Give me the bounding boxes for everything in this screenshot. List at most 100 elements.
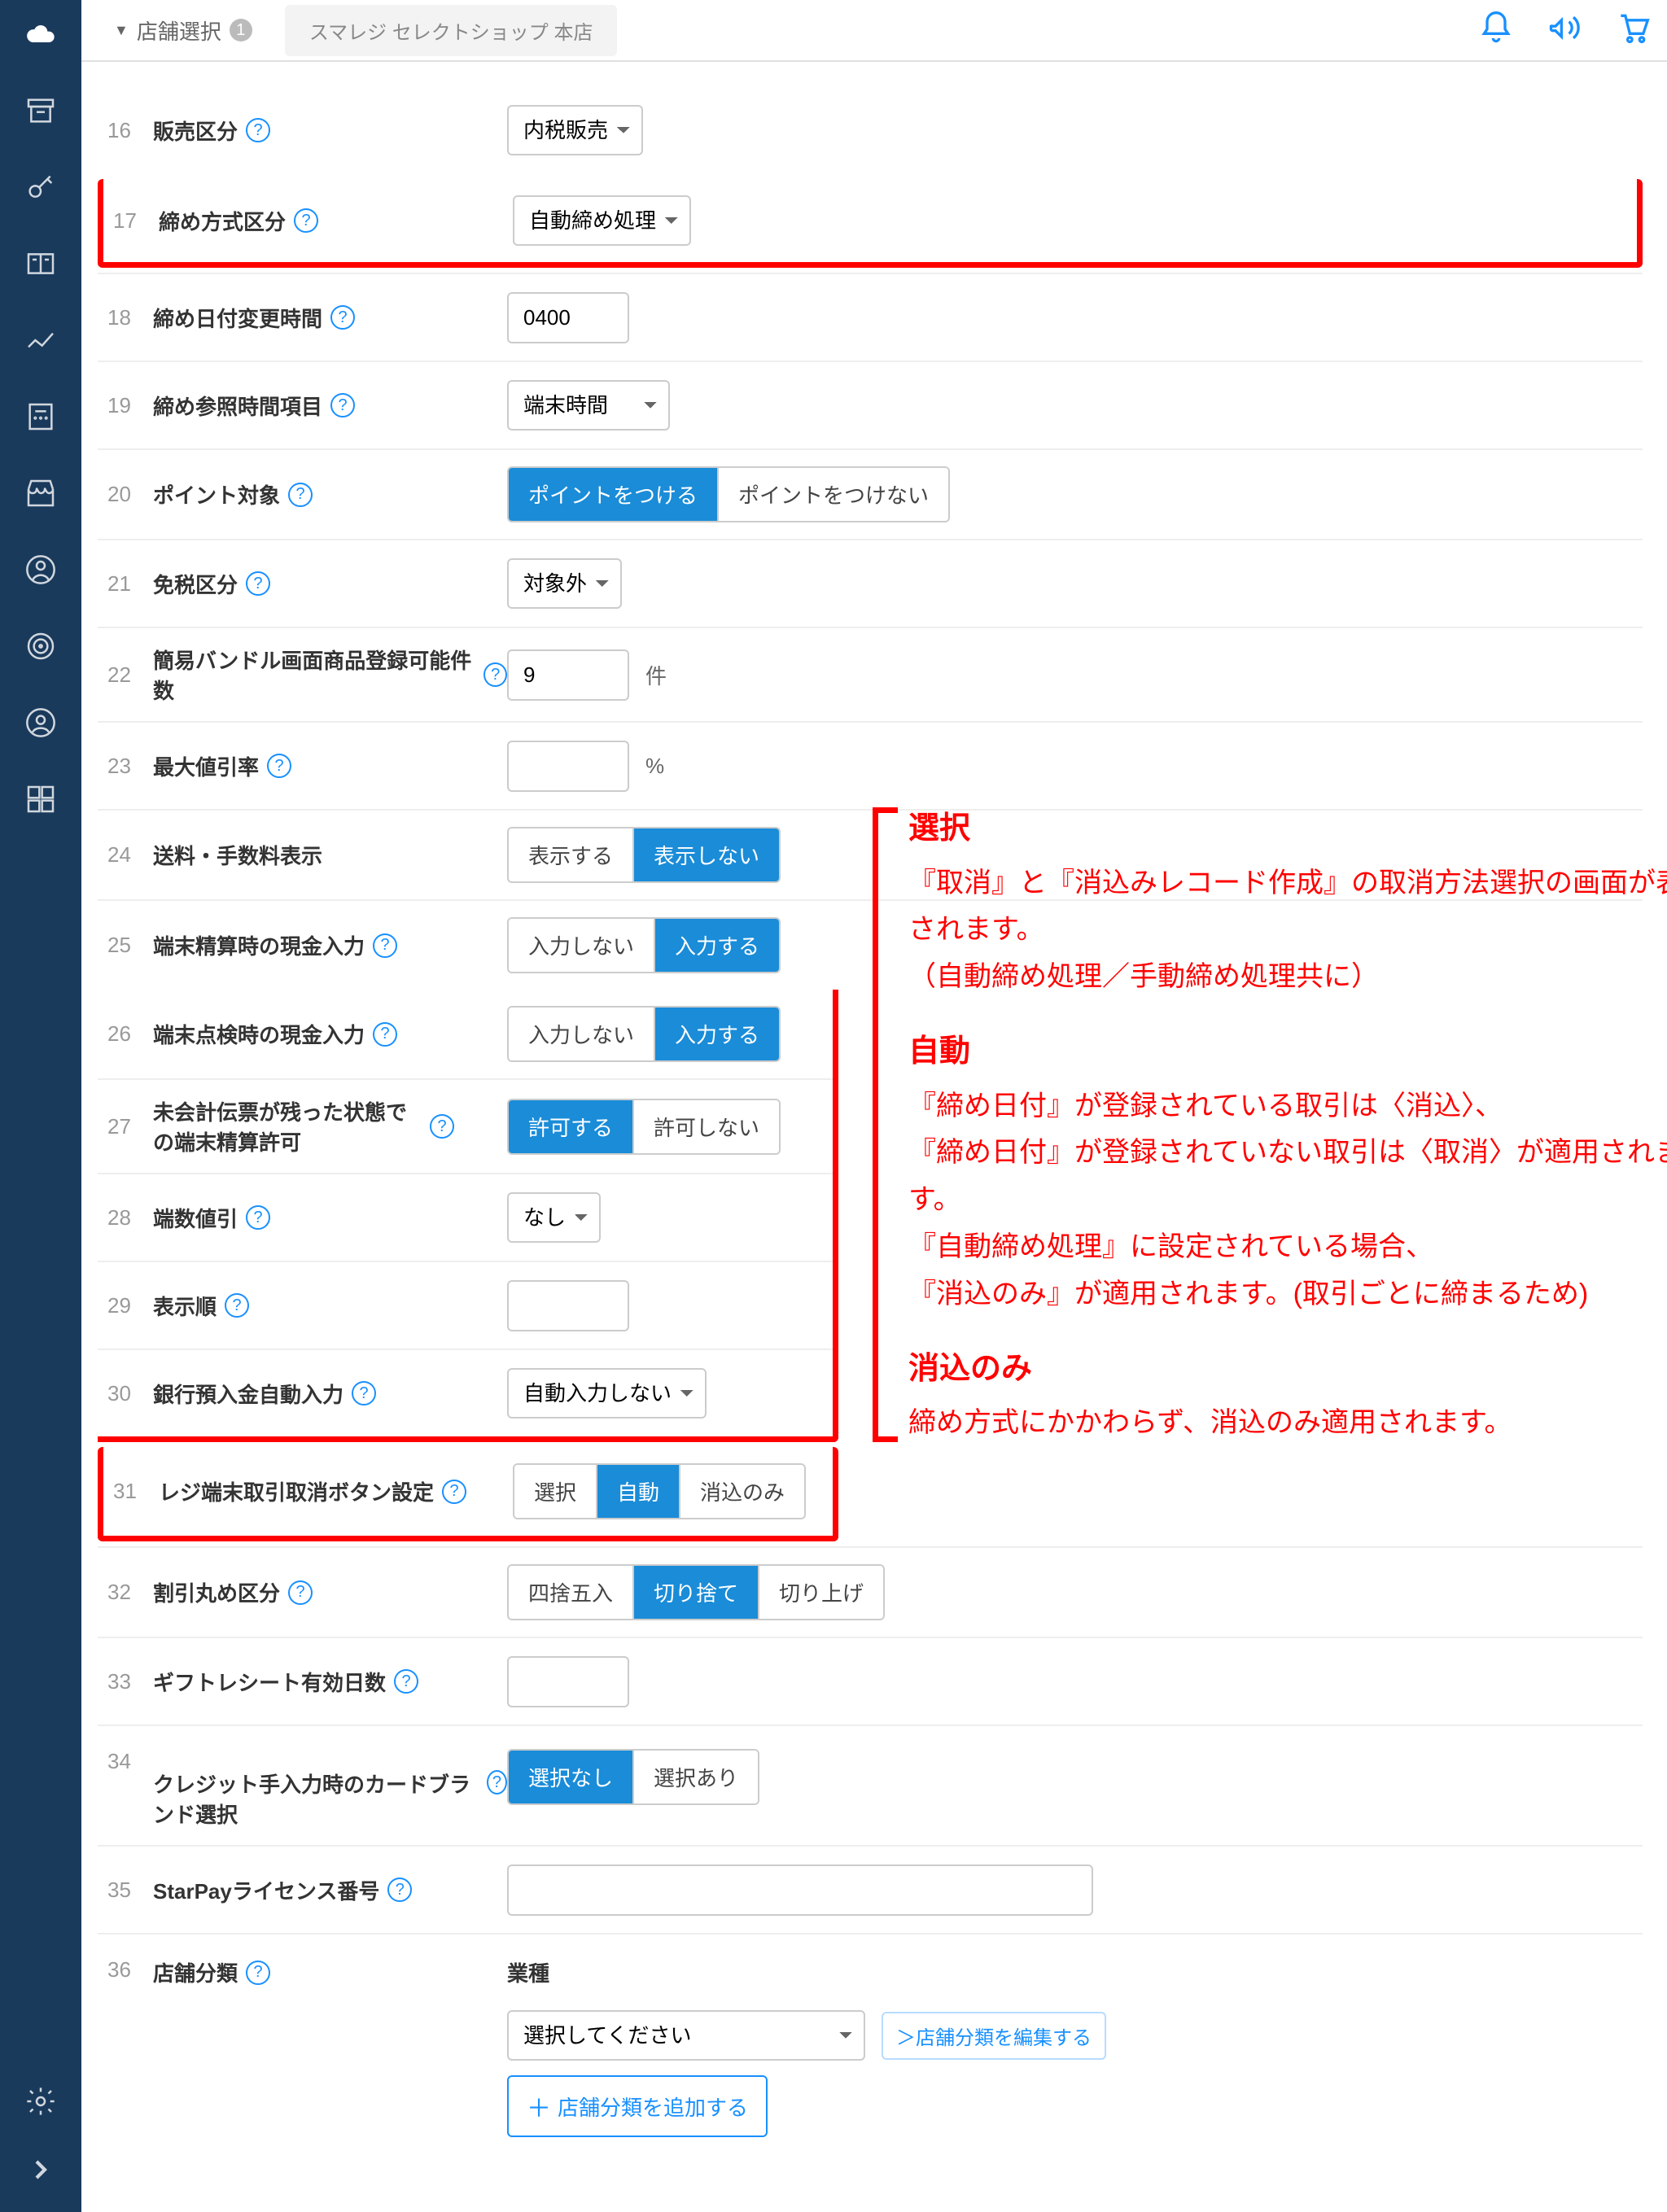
sales-division-select[interactable]: 内税販売 [507, 105, 643, 155]
sidebar-icon-expand[interactable] [23, 2152, 59, 2188]
inspection-yes-button[interactable]: 入力する [654, 1008, 779, 1060]
fraction-discount-select[interactable]: なし [507, 1192, 601, 1243]
row-26-inspection-cash: 26 端末点検時の現金入力? 入力しない 入力する [98, 990, 833, 1078]
row-32-rounding: 32 割引丸め区分? 四捨五入 切り捨て 切り上げ [98, 1546, 1643, 1637]
row-34-credit-brand: 34 クレジット手入力時のカードブランド選択? 選択なし 選択あり [98, 1725, 1643, 1845]
help-icon[interactable]: ? [330, 305, 355, 330]
help-icon[interactable]: ? [487, 1770, 507, 1795]
cancel-select-button[interactable]: 選択 [514, 1465, 596, 1518]
bell-icon[interactable] [1478, 10, 1514, 51]
edit-category-link[interactable]: ＞店舗分類を編集する [882, 2012, 1106, 2060]
row-29-display-order: 29 表示順? [98, 1261, 833, 1349]
row-36-store-category: 36 店舗分類? 業種 選択してください ＞店舗分類を編集する ＋店舗分類を追加… [98, 1933, 1643, 2153]
settings-content: 16 販売区分? 内税販売 17 締め方式区分? 自動締め処理 18 締め日付変… [81, 62, 1667, 2178]
closing-method-select[interactable]: 自動締め処理 [513, 195, 691, 246]
fee-hide-button[interactable]: 表示しない [632, 828, 779, 881]
row-33-gift-receipt-days: 33 ギフトレシート有効日数? [98, 1637, 1643, 1725]
sidebar-icon-analytics[interactable] [23, 322, 59, 358]
help-icon[interactable]: ? [373, 933, 397, 958]
row-18-closing-time: 18 締め日付変更時間? [98, 273, 1643, 361]
row-23-max-discount: 23 最大値引率? % [98, 721, 1643, 809]
round-half-button[interactable]: 四捨五入 [509, 1566, 632, 1619]
sidebar-icon-archive[interactable] [23, 93, 59, 129]
display-order-input[interactable] [507, 1280, 629, 1331]
help-icon[interactable]: ? [387, 1878, 412, 1902]
cancel-keshionly-button[interactable]: 消込のみ [679, 1465, 804, 1518]
closing-time-input[interactable] [507, 292, 629, 343]
help-icon[interactable]: ? [294, 208, 318, 233]
industry-label: 業種 [507, 1957, 1106, 1987]
help-icon[interactable]: ? [246, 118, 270, 142]
settlement-no-button[interactable]: 入力しない [509, 919, 654, 972]
settlement-yes-button[interactable]: 入力する [654, 919, 779, 972]
round-up-button[interactable]: 切り上げ [758, 1566, 883, 1619]
starpay-input[interactable] [507, 1864, 1093, 1916]
fee-show-button[interactable]: 表示する [509, 828, 632, 881]
store-name-chip[interactable]: スマレジ セレクトショップ 本店 [285, 5, 618, 56]
point-off-button[interactable]: ポイントをつけない [717, 468, 948, 521]
inspection-cash-toggle: 入力しない 入力する [507, 1006, 781, 1062]
store-count-badge: 1 [230, 19, 252, 42]
unpaid-permission-toggle: 許可する 許可しない [507, 1099, 781, 1155]
help-icon[interactable]: ? [267, 754, 291, 778]
cart-icon[interactable] [1615, 10, 1651, 51]
caret-down-icon: ▼ [114, 22, 129, 39]
megaphone-icon[interactable] [1547, 10, 1582, 51]
row-21-tax-exempt: 21 免税区分? 対象外 [98, 539, 1643, 627]
sidebar-icon-key[interactable] [23, 169, 59, 205]
row-19-closing-ref: 19 締め参照時間項目? 端末時間 [98, 361, 1643, 448]
point-target-toggle: ポイントをつける ポイントをつけない [507, 466, 950, 522]
sidebar-icon-cloud[interactable] [23, 16, 59, 52]
rounding-toggle: 四捨五入 切り捨て 切り上げ [507, 1564, 885, 1620]
point-on-button[interactable]: ポイントをつける [509, 468, 717, 521]
bank-auto-select[interactable]: 自動入力しない [507, 1368, 707, 1419]
sidebar-icon-user[interactable] [23, 552, 59, 588]
permit-button[interactable]: 許可する [509, 1100, 632, 1153]
inspection-no-button[interactable]: 入力しない [509, 1008, 654, 1060]
row-16-sales-division: 16 販売区分? 内税販売 [98, 86, 1643, 174]
help-icon[interactable]: ? [330, 393, 355, 417]
brand-none-button[interactable]: 選択なし [509, 1751, 632, 1803]
sidebar-icon-book[interactable] [23, 246, 59, 282]
sidebar-icon-store[interactable] [23, 475, 59, 511]
sidebar-icon-target[interactable] [23, 628, 59, 664]
help-icon[interactable]: ? [430, 1114, 454, 1139]
closing-ref-select[interactable]: 端末時間 [507, 380, 670, 431]
row-22-bundle-count: 22 簡易バンドル画面商品登録可能件数? 件 [98, 627, 1643, 721]
store-select-dropdown[interactable]: ▼ 店舗選択 1 [98, 7, 269, 54]
sidebar-icon-profile[interactable] [23, 705, 59, 741]
deny-button[interactable]: 許可しない [632, 1100, 779, 1153]
settlement-cash-toggle: 入力しない 入力する [507, 917, 781, 973]
help-icon[interactable]: ? [352, 1381, 376, 1405]
plus-icon: ＋ [527, 2088, 551, 2124]
industry-select[interactable]: 選択してください [507, 2010, 865, 2061]
credit-brand-toggle: 選択なし 選択あり [507, 1749, 759, 1805]
help-icon[interactable]: ? [225, 1293, 249, 1318]
row-20-point-target: 20 ポイント対象? ポイントをつける ポイントをつけない [98, 448, 1643, 539]
cancel-mode-toggle: 選択 自動 消込のみ [513, 1463, 806, 1519]
gift-days-input[interactable] [507, 1656, 629, 1707]
store-select-label: 店舗選択 [137, 15, 221, 46]
help-icon[interactable]: ? [442, 1480, 466, 1504]
round-down-button[interactable]: 切り捨て [632, 1566, 758, 1619]
sidebar-icon-settings[interactable] [23, 2083, 59, 2119]
row-28-fraction-discount: 28 端数値引? なし [98, 1173, 833, 1261]
help-icon[interactable]: ? [288, 1580, 313, 1605]
sidebar-icon-calculator[interactable] [23, 399, 59, 435]
help-icon[interactable]: ? [246, 1961, 270, 1985]
row-30-bank-auto: 30 銀行預入金自動入力? 自動入力しない [98, 1349, 833, 1436]
cancel-auto-button[interactable]: 自動 [596, 1465, 679, 1518]
help-icon[interactable]: ? [246, 1205, 270, 1230]
help-icon[interactable]: ? [288, 483, 313, 507]
tax-exempt-select[interactable]: 対象外 [507, 558, 622, 609]
help-icon[interactable]: ? [246, 571, 270, 596]
help-icon[interactable]: ? [483, 662, 507, 687]
add-category-button[interactable]: ＋店舗分類を追加する [507, 2075, 768, 2137]
help-icon[interactable]: ? [394, 1669, 418, 1694]
brand-select-button[interactable]: 選択あり [632, 1751, 758, 1803]
max-discount-input[interactable] [507, 741, 629, 792]
row-17-closing-method: 17 締め方式区分? 自動締め処理 [98, 179, 1643, 268]
sidebar-icon-grid[interactable] [23, 781, 59, 817]
bundle-count-input[interactable] [507, 649, 629, 701]
help-icon[interactable]: ? [373, 1022, 397, 1047]
